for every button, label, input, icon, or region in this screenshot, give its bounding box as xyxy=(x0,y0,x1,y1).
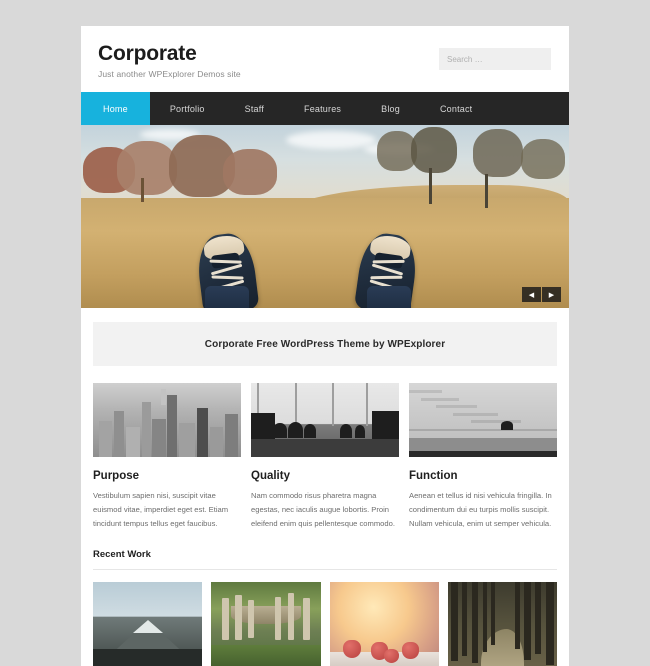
purpose-text: Vestibulum sapien nisi, suscipit vitae e… xyxy=(93,491,229,529)
nav-item-contact[interactable]: Contact xyxy=(420,92,492,125)
berry-shape xyxy=(342,639,362,658)
recent-work-section: Recent Work xyxy=(81,531,569,571)
recent-work-thumb-dock[interactable] xyxy=(211,582,321,666)
foreground-shadow xyxy=(93,648,203,666)
purpose-title: Purpose xyxy=(93,470,140,482)
tree-trunk xyxy=(429,168,432,204)
purpose-image[interactable] xyxy=(93,383,241,457)
banner-section: Corporate Free WordPress Theme by WPExpl… xyxy=(81,308,569,366)
quality-text: Nam commodo risus pharetra magna egestas… xyxy=(251,491,395,529)
cloud-shape xyxy=(285,131,376,149)
feature-column-purpose: Purpose Vestibulum sapien nisi, suscipit… xyxy=(93,383,241,531)
function-title: Function xyxy=(409,470,458,482)
site-tagline: Just another WPExplorer Demos site xyxy=(98,69,241,80)
tree-icon xyxy=(473,129,523,177)
feature-column-quality: Quality Nam commodo risus pharetra magna… xyxy=(251,383,399,531)
recent-work-thumb-forest[interactable] xyxy=(447,582,557,666)
quality-title: Quality xyxy=(251,470,290,482)
shoe-lace xyxy=(370,275,403,279)
promo-banner-text: Corporate Free WordPress Theme by WPExpl… xyxy=(204,338,446,350)
function-text: Aenean et tellus id nisi vehicula fringi… xyxy=(409,491,552,529)
slider-navigation: ◀ ▶ xyxy=(522,287,561,302)
recent-work-title: Recent Work xyxy=(93,549,557,571)
site-header: Corporate Just another WPExplorer Demos … xyxy=(81,26,569,92)
tree-icon xyxy=(411,127,457,173)
tree-icon xyxy=(223,149,277,195)
nav-item-home[interactable]: Home xyxy=(81,92,150,125)
shoe-lace xyxy=(211,275,244,280)
feature-columns: Purpose Vestibulum sapien nisi, suscipit… xyxy=(81,366,569,531)
quality-image[interactable] xyxy=(251,383,399,457)
nav-item-blog[interactable]: Blog xyxy=(361,92,420,125)
tree-icon xyxy=(117,141,177,195)
feature-column-function: Function Aenean et tellus id nisi vehicu… xyxy=(409,383,557,531)
berry-shape xyxy=(401,642,420,659)
tree-trunk xyxy=(485,174,488,208)
nav-item-staff[interactable]: Staff xyxy=(225,92,284,125)
tree-icon xyxy=(521,139,565,179)
branding: Corporate Just another WPExplorer Demos … xyxy=(98,42,241,80)
jeans-leg xyxy=(205,286,249,308)
snow-cap-shape xyxy=(132,620,163,634)
main-navigation: Home Portfolio Staff Features Blog Conta… xyxy=(81,92,569,125)
hero-field xyxy=(81,198,569,308)
recent-work-grid xyxy=(81,570,569,666)
jeans-leg xyxy=(367,286,411,308)
slider-next-button[interactable]: ▶ xyxy=(542,287,561,302)
recent-work-thumb-mountain[interactable] xyxy=(93,582,203,666)
site-container: Corporate Just another WPExplorer Demos … xyxy=(81,26,569,666)
search-input[interactable] xyxy=(439,48,551,70)
site-title[interactable]: Corporate xyxy=(98,42,241,65)
tree-trunk xyxy=(141,178,144,202)
promo-banner: Corporate Free WordPress Theme by WPExpl… xyxy=(93,322,557,366)
nav-item-features[interactable]: Features xyxy=(284,92,361,125)
recent-work-thumb-berries[interactable] xyxy=(329,582,439,666)
slider-prev-button[interactable]: ◀ xyxy=(522,287,541,302)
function-image[interactable] xyxy=(409,383,557,457)
hero-slider[interactable]: ◀ ▶ xyxy=(81,125,569,308)
nav-item-portfolio[interactable]: Portfolio xyxy=(150,92,225,125)
grass-foreground xyxy=(211,645,321,666)
